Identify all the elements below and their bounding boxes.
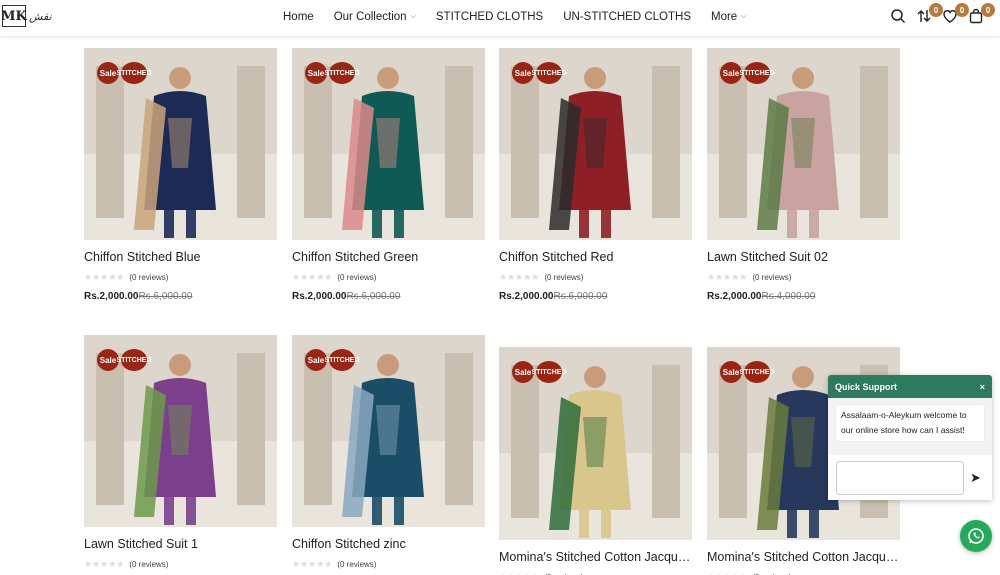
support-message: Assalaam-o-Aleykum welcome to our online…: [836, 405, 984, 441]
nav-home[interactable]: Home: [283, 11, 314, 23]
quick-support-widget: Quick Support × Assalaam-o-Aleykum welco…: [828, 375, 992, 500]
review-count: (0 reviews): [544, 273, 584, 282]
nav-more-label: More: [711, 11, 738, 23]
stitched-badge: STITCHED: [532, 62, 567, 84]
nav-more[interactable]: More ⌵: [711, 11, 747, 23]
sale-price: Rs.2,000.00: [499, 291, 554, 302]
product-name[interactable]: Chiffon Stitched Red: [499, 250, 692, 264]
main-nav: Home Our Collection ⌵ STITCHED CLOTHS UN-…: [283, 0, 747, 34]
star-rating-icon: ★★★★★: [84, 559, 125, 569]
support-header: Quick Support ×: [828, 375, 992, 398]
sale-price: Rs.2,000.00: [292, 291, 347, 302]
star-rating-icon: ★★★★★: [292, 559, 333, 569]
site-logo[interactable]: MK نقش: [1, 3, 56, 29]
product-image[interactable]: Sale STITCHED: [292, 335, 485, 527]
product-price: Rs.2,000.00Rs.4,000.00: [707, 291, 900, 302]
stitched-badge: STITCHED: [740, 361, 775, 383]
product-card[interactable]: Sale STITCHED Momina's Stitched Cotton J…: [499, 347, 692, 575]
product-rating: ★★★★★ (0 reviews): [84, 272, 277, 283]
review-count: (0 reviews): [129, 273, 169, 282]
product-card[interactable]: Sale STITCHED Chiffon Stitched Blue ★★★★…: [84, 48, 277, 302]
stitched-badge: STITCHED: [325, 62, 360, 84]
support-message-input[interactable]: [836, 460, 964, 495]
search-icon[interactable]: [890, 8, 908, 26]
stitched-badge: STITCHED: [325, 349, 360, 371]
review-count: (0 reviews): [337, 273, 377, 282]
star-rating-icon: ★★★★★: [707, 272, 748, 282]
product-card[interactable]: Sale STITCHED Chiffon Stitched Red ★★★★★…: [499, 48, 692, 302]
header-icons: 0 0 0: [890, 0, 1000, 34]
product-card[interactable]: Sale STITCHED Chiffon Stitched zinc ★★★★…: [292, 335, 485, 570]
product-rating: ★★★★★ (0 reviews): [292, 272, 485, 283]
stitched-badge: STITCHED: [117, 62, 152, 84]
sale-price: Rs.2,000.00: [707, 291, 762, 302]
product-name[interactable]: Chiffon Stitched Green: [292, 250, 485, 264]
product-image[interactable]: Sale STITCHED: [84, 48, 277, 240]
product-price: Rs.2,000.00Rs.6,000.00: [84, 291, 277, 302]
logo-mark: MK: [1, 5, 27, 27]
product-price: Rs.2,000.00Rs.6,000.00: [499, 291, 692, 302]
whatsapp-icon[interactable]: [960, 520, 992, 552]
support-body: Assalaam-o-Aleykum welcome to our online…: [828, 398, 992, 455]
original-price: Rs.4,000.00: [761, 291, 816, 302]
support-title: Quick Support: [835, 381, 898, 392]
star-rating-icon: ★★★★★: [292, 272, 333, 282]
review-count: (0 reviews): [337, 560, 377, 569]
stitched-badge: STITCHED: [740, 62, 775, 84]
product-rating: ★★★★★ (0 reviews): [84, 559, 277, 570]
product-image[interactable]: Sale STITCHED: [499, 347, 692, 540]
product-image[interactable]: Sale STITCHED: [499, 48, 692, 240]
product-rating: ★★★★★ (0 reviews): [499, 272, 692, 283]
product-name[interactable]: Chiffon Stitched Blue: [84, 250, 277, 264]
heart-icon[interactable]: 0: [942, 3, 969, 26]
review-count: (0 reviews): [129, 560, 169, 569]
nav-stitched-cloths[interactable]: STITCHED CLOTHS: [436, 11, 543, 23]
product-name[interactable]: Lawn Stitched Suit 02: [707, 250, 900, 264]
nav-unstitched-label: UN-STITCHED CLOTHS: [563, 11, 691, 23]
product-rating: ★★★★★ (0 reviews): [292, 559, 485, 570]
product-name[interactable]: Momina's Stitched Cotton Jacquard…: [707, 550, 900, 564]
original-price: Rs.6,000.00: [553, 291, 608, 302]
logo-script: نقش: [29, 9, 52, 23]
site-header: MK نقش Home Our Collection ⌵ STITCHED CLO…: [0, 0, 1000, 36]
stitched-badge: STITCHED: [532, 361, 567, 383]
nav-home-label: Home: [283, 11, 314, 23]
nav-unstitched-cloths[interactable]: UN-STITCHED CLOTHS: [563, 11, 691, 23]
wishlist-count-badge: 0: [955, 3, 969, 17]
product-image[interactable]: Sale STITCHED: [292, 48, 485, 240]
product-card[interactable]: Sale STITCHED Chiffon Stitched Green ★★★…: [292, 48, 485, 302]
original-price: Rs.6,000.00: [138, 291, 193, 302]
cart-count-badge: 0: [981, 3, 995, 17]
bag-icon[interactable]: 0: [968, 3, 995, 26]
nav-stitched-label: STITCHED CLOTHS: [435, 11, 544, 23]
close-icon[interactable]: ×: [980, 382, 985, 392]
sale-price: Rs.2,000.00: [84, 291, 139, 302]
product-image[interactable]: Sale STITCHED: [84, 335, 277, 527]
product-name[interactable]: Chiffon Stitched zinc: [292, 537, 485, 551]
chevron-down-icon: ⌵: [410, 13, 416, 20]
chevron-down-icon: ⌵: [741, 13, 747, 20]
nav-our-collection[interactable]: Our Collection ⌵: [334, 11, 416, 23]
compare-count-badge: 0: [929, 3, 943, 17]
star-rating-icon: ★★★★★: [499, 272, 540, 282]
compare-icon[interactable]: 0: [916, 3, 943, 26]
product-image[interactable]: Sale STITCHED: [707, 48, 900, 240]
product-name[interactable]: Momina's Stitched Cotton Jacquard…: [499, 550, 692, 564]
review-count: (0 reviews): [752, 273, 792, 282]
product-price: Rs.2,000.00Rs.6,000.00: [292, 291, 485, 302]
product-card[interactable]: Sale STITCHED Lawn Stitched Suit 1 ★★★★★…: [84, 335, 277, 570]
original-price: Rs.6,000.00: [346, 291, 401, 302]
product-card[interactable]: Sale STITCHED Lawn Stitched Suit 02 ★★★★…: [707, 48, 900, 302]
send-icon[interactable]: ➤: [970, 470, 981, 486]
nav-our-collection-label: Our Collection: [333, 11, 407, 23]
stitched-badge: STITCHED: [117, 349, 152, 371]
product-name[interactable]: Lawn Stitched Suit 1: [84, 537, 277, 551]
product-rating: ★★★★★ (0 reviews): [707, 272, 900, 283]
support-footer: ➤: [828, 455, 992, 500]
star-rating-icon: ★★★★★: [84, 272, 125, 282]
